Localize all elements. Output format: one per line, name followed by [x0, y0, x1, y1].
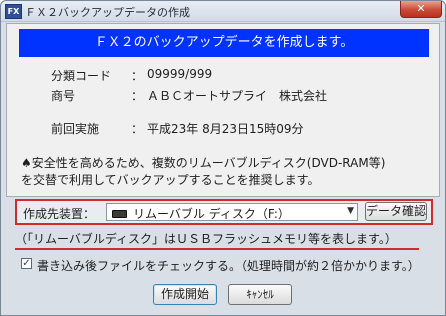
title-bar[interactable]: FX ＦＸ２バックアップデータの作成 ✕ — [1, 1, 445, 22]
info-colon: ： — [131, 89, 144, 103]
device-selector-group: 作成先装置： リムーバブル ディスク（F:） ▼ データ確認 — [15, 199, 433, 225]
window-title: ＦＸ２バックアップデータの作成 — [25, 6, 190, 19]
page-title: ＦＸ２のバックアップデータを作成します。 — [19, 29, 429, 57]
cancel-button[interactable]: ｷｬﾝｾﾙ — [228, 284, 292, 305]
start-button[interactable]: 作成開始 — [153, 284, 217, 305]
info-row-last-run: 前回実施 ： 平成23年 8月23日15時09分 — [51, 120, 411, 136]
info-value: ＡＢＣオートサプライ 株式会社 — [147, 89, 328, 103]
file-check-label[interactable]: 書き込み後ファイルをチェックする。（処理時間が約２倍かかります。） — [37, 257, 420, 274]
recommendation-notice: ♠安全性を高めるため、複数のリムーバブルディスク(DVD-RAM等) を交替で利… — [21, 155, 431, 189]
info-value: 平成23年 8月23日15時09分 — [147, 122, 304, 136]
notice-line: を交替で利用してバックアップすることを推奨します。 — [21, 173, 320, 187]
device-select[interactable]: リムーバブル ディスク（F:） ▼ — [106, 203, 358, 221]
usb-note: （「リムーバブルディスク」はＵＳＢフラッシュメモリ等を表します。） — [15, 232, 397, 246]
data-check-button[interactable]: データ確認 — [365, 202, 427, 221]
notice-line: ♠安全性を高めるため、複数のリムーバブルディスク(DVD-RAM等) — [21, 156, 386, 170]
info-colon: ： — [131, 69, 144, 83]
backup-dialog: FX ＦＸ２バックアップデータの作成 ✕ ＦＸ２のバックアップデータを作成します… — [0, 0, 446, 316]
info-colon: ： — [131, 122, 144, 136]
device-select-value: リムーバブル ディスク（F:） — [133, 207, 290, 221]
divider — [15, 248, 419, 250]
app-icon: FX — [5, 4, 22, 19]
info-label: 分類コード — [51, 69, 112, 83]
device-label: 作成先装置： — [23, 207, 96, 221]
info-label: 商号 — [51, 89, 76, 103]
info-row-company: 商号 ： ＡＢＣオートサプライ 株式会社 — [51, 87, 411, 103]
file-check-checkbox[interactable]: ✓ — [21, 258, 32, 269]
info-row-code: 分類コード ： 09999/999 — [51, 67, 411, 83]
close-button[interactable]: ✕ — [400, 1, 442, 18]
info-label: 前回実施 — [51, 122, 100, 136]
info-value: 09999/999 — [147, 67, 213, 81]
chevron-down-icon[interactable]: ▼ — [347, 206, 354, 216]
drive-icon — [112, 210, 127, 218]
